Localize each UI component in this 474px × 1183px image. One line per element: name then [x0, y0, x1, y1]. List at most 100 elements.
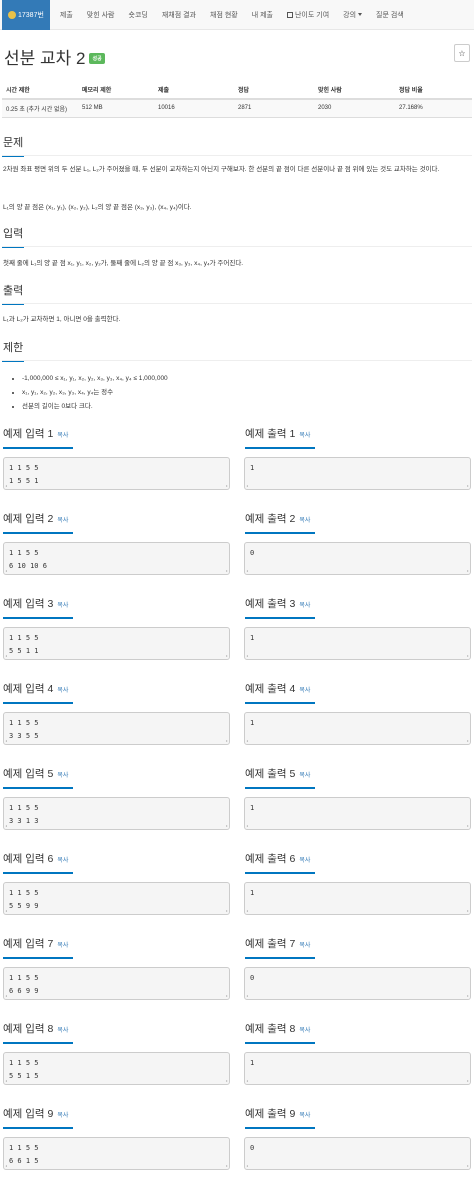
sample-input-box[interactable]: 1 1 5 5 6 6 9 9 ◂ ▸	[3, 967, 230, 1000]
horizontal-scrollbar[interactable]: ◂ ▸	[246, 1163, 469, 1168]
copy-button[interactable]: 복사	[57, 858, 68, 864]
copy-button[interactable]: 복사	[57, 1113, 68, 1119]
tab-lectures[interactable]: 강의	[336, 0, 369, 30]
scroll-left-icon[interactable]: ◂	[5, 1163, 7, 1168]
sample-output-box[interactable]: 1 ◂ ▸	[244, 797, 471, 830]
scroll-right-icon[interactable]: ▸	[226, 568, 228, 573]
sample-output-box[interactable]: 0 ◂ ▸	[244, 542, 471, 575]
copy-button[interactable]: 복사	[299, 603, 310, 609]
copy-button[interactable]: 복사	[299, 433, 310, 439]
sample-output-box[interactable]: 1 ◂ ▸	[244, 1052, 471, 1085]
scroll-left-icon[interactable]: ◂	[246, 823, 248, 828]
horizontal-scrollbar[interactable]: ◂ ▸	[5, 653, 228, 658]
tab-rejudge-result[interactable]: 재채점 결과	[155, 0, 203, 30]
sample-input-box[interactable]: 1 1 5 5 6 10 10 6 ◂ ▸	[3, 542, 230, 575]
scroll-left-icon[interactable]: ◂	[246, 738, 248, 743]
horizontal-scrollbar[interactable]: ◂ ▸	[5, 738, 228, 743]
scroll-right-icon[interactable]: ▸	[226, 993, 228, 998]
favorite-button[interactable]: ☆	[454, 44, 470, 62]
tab-short-coding[interactable]: 숏코딩	[122, 0, 155, 30]
scroll-right-icon[interactable]: ▸	[467, 908, 469, 913]
sample-input-box[interactable]: 1 1 5 5 1 5 5 1 ◂ ▸	[3, 457, 230, 490]
scroll-right-icon[interactable]: ▸	[226, 653, 228, 658]
scroll-left-icon[interactable]: ◂	[246, 483, 248, 488]
scroll-right-icon[interactable]: ▸	[226, 908, 228, 913]
sample-output-box[interactable]: 1 ◂ ▸	[244, 457, 471, 490]
scroll-left-icon[interactable]: ◂	[5, 653, 7, 658]
horizontal-scrollbar[interactable]: ◂ ▸	[246, 908, 469, 913]
scroll-right-icon[interactable]: ▸	[467, 568, 469, 573]
sample-input-box[interactable]: 1 1 5 5 5 5 9 9 ◂ ▸	[3, 882, 230, 915]
tab-problem-number[interactable]: 17387번	[2, 0, 50, 30]
scroll-left-icon[interactable]: ◂	[5, 823, 7, 828]
scroll-right-icon[interactable]: ▸	[226, 1163, 228, 1168]
copy-button[interactable]: 복사	[299, 1028, 310, 1034]
sample-output-box[interactable]: 1 ◂ ▸	[244, 712, 471, 745]
tab-difficulty-contribution[interactable]: 난이도 기여	[280, 0, 336, 30]
horizontal-scrollbar[interactable]: ◂ ▸	[5, 483, 228, 488]
tab-solvers[interactable]: 맞힌 사람	[80, 0, 122, 30]
scroll-right-icon[interactable]: ▸	[467, 1078, 469, 1083]
scroll-right-icon[interactable]: ▸	[226, 1078, 228, 1083]
copy-button[interactable]: 복사	[57, 688, 68, 694]
horizontal-scrollbar[interactable]: ◂ ▸	[5, 568, 228, 573]
tab-status[interactable]: 채점 현황	[203, 0, 245, 30]
copy-button[interactable]: 복사	[299, 688, 310, 694]
scroll-right-icon[interactable]: ▸	[467, 483, 469, 488]
scroll-left-icon[interactable]: ◂	[5, 993, 7, 998]
copy-button[interactable]: 복사	[299, 773, 310, 779]
tab-my-submissions[interactable]: 내 제출	[245, 0, 280, 30]
scroll-left-icon[interactable]: ◂	[246, 1163, 248, 1168]
scroll-left-icon[interactable]: ◂	[246, 993, 248, 998]
scroll-right-icon[interactable]: ▸	[467, 738, 469, 743]
sample-input-box[interactable]: 1 1 5 5 6 6 1 5 ◂ ▸	[3, 1137, 230, 1170]
scroll-left-icon[interactable]: ◂	[5, 1078, 7, 1083]
horizontal-scrollbar[interactable]: ◂ ▸	[246, 823, 469, 828]
copy-button[interactable]: 복사	[57, 433, 68, 439]
horizontal-scrollbar[interactable]: ◂ ▸	[246, 653, 469, 658]
sample-input-box[interactable]: 1 1 5 5 5 5 1 1 ◂ ▸	[3, 627, 230, 660]
scroll-right-icon[interactable]: ▸	[467, 1163, 469, 1168]
horizontal-scrollbar[interactable]: ◂ ▸	[5, 823, 228, 828]
copy-button[interactable]: 복사	[299, 943, 310, 949]
horizontal-scrollbar[interactable]: ◂ ▸	[5, 993, 228, 998]
scroll-left-icon[interactable]: ◂	[246, 568, 248, 573]
copy-button[interactable]: 복사	[299, 858, 310, 864]
sample-output-box[interactable]: 1 ◂ ▸	[244, 627, 471, 660]
horizontal-scrollbar[interactable]: ◂ ▸	[5, 1163, 228, 1168]
horizontal-scrollbar[interactable]: ◂ ▸	[246, 1078, 469, 1083]
sample-input-box[interactable]: 1 1 5 5 3 3 5 5 ◂ ▸	[3, 712, 230, 745]
sample-input-box[interactable]: 1 1 5 5 3 3 1 3 ◂ ▸	[3, 797, 230, 830]
copy-button[interactable]: 복사	[57, 518, 68, 524]
scroll-right-icon[interactable]: ▸	[226, 738, 228, 743]
copy-button[interactable]: 복사	[299, 518, 310, 524]
scroll-left-icon[interactable]: ◂	[5, 908, 7, 913]
horizontal-scrollbar[interactable]: ◂ ▸	[246, 483, 469, 488]
scroll-left-icon[interactable]: ◂	[246, 1078, 248, 1083]
tab-question-search[interactable]: 질문 검색	[369, 0, 411, 30]
scroll-left-icon[interactable]: ◂	[5, 738, 7, 743]
copy-button[interactable]: 복사	[57, 1028, 68, 1034]
copy-button[interactable]: 복사	[299, 1113, 310, 1119]
scroll-right-icon[interactable]: ▸	[226, 823, 228, 828]
scroll-left-icon[interactable]: ◂	[5, 483, 7, 488]
sample-output-box[interactable]: 0 ◂ ▸	[244, 967, 471, 1000]
copy-button[interactable]: 복사	[57, 943, 68, 949]
scroll-right-icon[interactable]: ▸	[226, 483, 228, 488]
scroll-right-icon[interactable]: ▸	[467, 653, 469, 658]
horizontal-scrollbar[interactable]: ◂ ▸	[5, 1078, 228, 1083]
scroll-left-icon[interactable]: ◂	[246, 653, 248, 658]
sample-output-box[interactable]: 1 ◂ ▸	[244, 882, 471, 915]
scroll-left-icon[interactable]: ◂	[5, 568, 7, 573]
horizontal-scrollbar[interactable]: ◂ ▸	[246, 738, 469, 743]
scroll-right-icon[interactable]: ▸	[467, 993, 469, 998]
copy-button[interactable]: 복사	[57, 603, 68, 609]
scroll-right-icon[interactable]: ▸	[467, 823, 469, 828]
horizontal-scrollbar[interactable]: ◂ ▸	[246, 993, 469, 998]
scroll-left-icon[interactable]: ◂	[246, 908, 248, 913]
sample-input-box[interactable]: 1 1 5 5 5 5 1 5 ◂ ▸	[3, 1052, 230, 1085]
tab-submit[interactable]: 제출	[53, 0, 80, 30]
horizontal-scrollbar[interactable]: ◂ ▸	[246, 568, 469, 573]
sample-output-box[interactable]: 0 ◂ ▸	[244, 1137, 471, 1170]
copy-button[interactable]: 복사	[57, 773, 68, 779]
